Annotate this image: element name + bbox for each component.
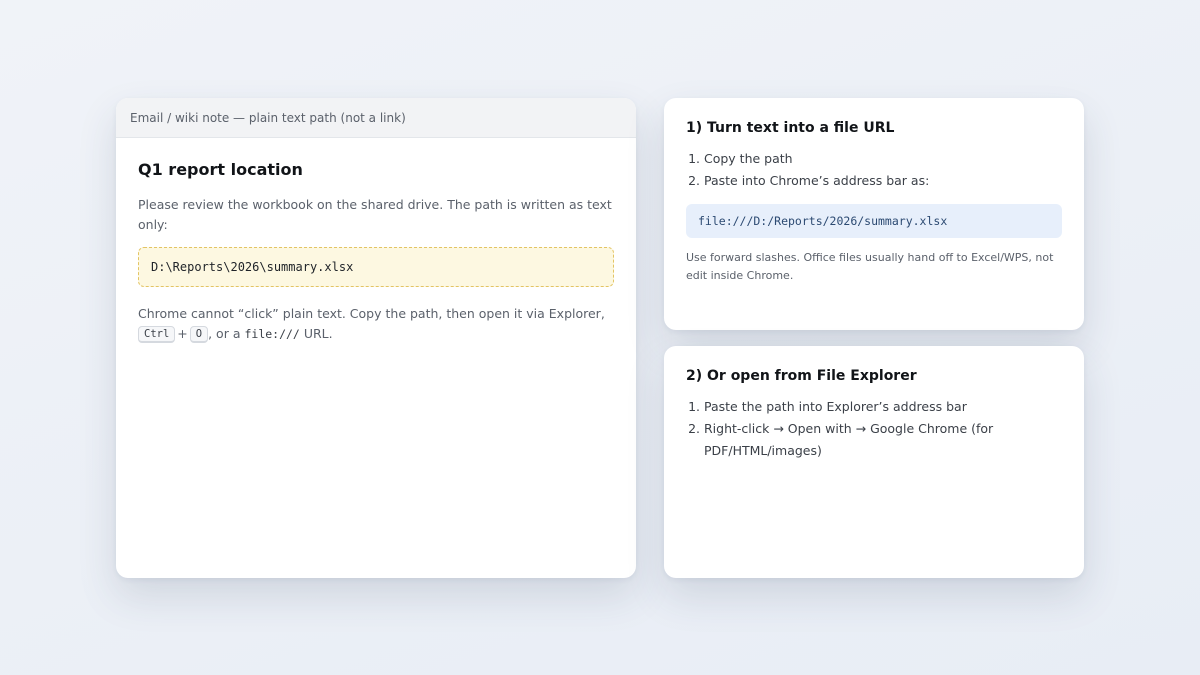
file-url-title: 1) Turn text into a file URL [686,120,895,136]
o-key: O [189,326,209,343]
explorer-step-2: Right-click → Open with → Google Chrome … [704,418,1062,462]
explorer-card: 2) Or open from File Explorer Paste the … [664,346,1084,578]
file-url-steps: Copy the path Paste into Chrome’s addres… [686,148,1062,192]
help-text-mid: , or a [208,326,241,341]
help-text-before: Chrome cannot “click” plain text. Copy t… [138,306,605,321]
note-intro: Please review the workbook on the shared… [138,197,612,232]
file-url-example[interactable]: file:///D:/Reports/2026/summary.xlsx [686,204,1062,238]
help-text: Chrome cannot “click” plain text. Copy t… [138,304,614,344]
file-url-step-1: Copy the path [704,148,1062,170]
file-url-card: 1) Turn text into a file URL Copy the pa… [664,98,1084,330]
plain-text-path[interactable]: D:\Reports\2026\summary.xlsx [138,247,614,287]
ctrl-key: Ctrl [138,326,176,343]
email-note-card: Email / wiki note — plain text path (not… [116,98,636,578]
key-plus: + [177,326,188,341]
email-note-body: Q1 report location Please review the wor… [116,138,636,366]
explorer-steps: Paste the path into Explorer’s address b… [686,396,1062,462]
help-text-after: URL. [303,326,333,341]
note-title: Q1 report location [138,160,303,179]
explorer-step-1: Paste the path into Explorer’s address b… [704,396,1062,418]
explorer-title: 2) Or open from File Explorer [686,368,917,384]
file-url-step-2: Paste into Chrome’s address bar as: [704,170,1062,192]
file-scheme: file:/// [244,327,300,341]
file-url-note: Use forward slashes. Office files usuall… [686,251,1054,282]
email-note-header: Email / wiki note — plain text path (not… [116,98,636,138]
